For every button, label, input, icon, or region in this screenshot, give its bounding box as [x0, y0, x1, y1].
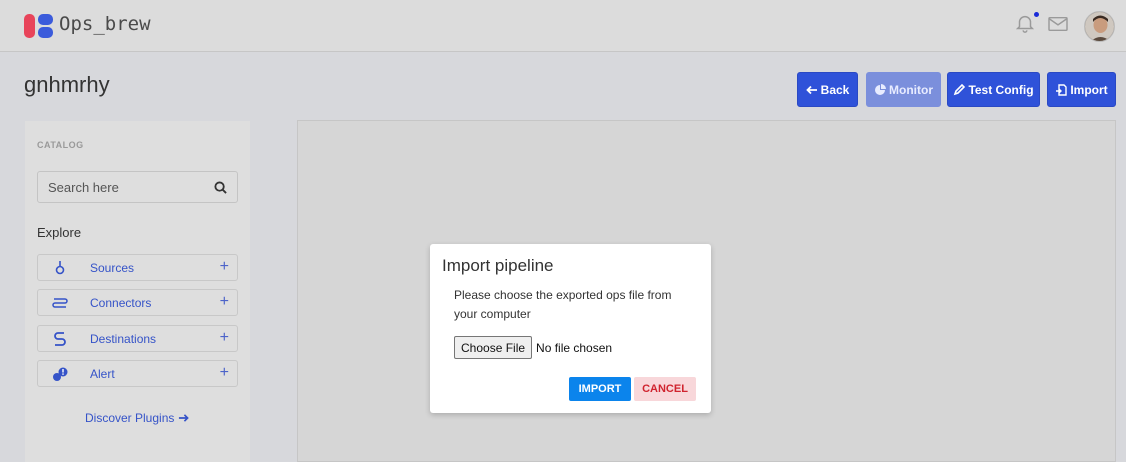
- arrow-right-icon: [178, 414, 189, 422]
- sidebar-item-label: Destinations: [90, 332, 157, 346]
- destinations-icon: [54, 332, 66, 346]
- arrow-left-icon: [805, 85, 817, 94]
- catalog-heading: CATALOG: [37, 140, 84, 150]
- add-destination-icon[interactable]: +: [220, 329, 229, 347]
- pie-chart-icon: [875, 83, 886, 95]
- sources-icon: [55, 261, 65, 275]
- add-connector-icon[interactable]: +: [220, 293, 229, 311]
- bell-icon[interactable]: [1014, 12, 1036, 34]
- add-source-icon[interactable]: +: [220, 258, 229, 276]
- import-pipeline-modal: Import pipeline Please choose the export…: [430, 244, 711, 413]
- top-navbar: Ops_brew: [0, 0, 1126, 52]
- cancel-button[interactable]: CANCEL: [634, 377, 696, 401]
- file-status: No file chosen: [536, 340, 613, 355]
- brand-name[interactable]: Ops_brew: [59, 13, 151, 35]
- ops-brew-logo[interactable]: [24, 14, 54, 38]
- file-input[interactable]: Choose File No file chosen: [454, 336, 612, 359]
- pencil-icon: [954, 83, 966, 95]
- back-button[interactable]: Back: [797, 72, 858, 107]
- monitor-button[interactable]: Monitor: [866, 72, 941, 107]
- search-box: [37, 171, 238, 203]
- sidebar-item-label: Sources: [90, 261, 135, 275]
- file-import-icon: [1056, 83, 1068, 96]
- import-button[interactable]: IMPORT: [569, 377, 631, 401]
- add-alert-icon[interactable]: +: [220, 364, 229, 382]
- discover-plugins-link[interactable]: Discover Plugins: [85, 411, 189, 425]
- sidebar-item-alert[interactable]: Alert +: [37, 360, 238, 387]
- notification-dot: [1034, 12, 1039, 17]
- import-header-button[interactable]: Import: [1047, 72, 1116, 107]
- choose-file-button[interactable]: Choose File: [454, 336, 533, 359]
- explore-label: Explore: [37, 225, 82, 240]
- connectors-icon: [52, 298, 68, 308]
- sidebar-item-label: Alert: [90, 367, 115, 381]
- user-avatar[interactable]: [1084, 11, 1115, 42]
- mail-icon[interactable]: [1047, 15, 1069, 33]
- sidebar-item-label: Connectors: [90, 296, 152, 310]
- page-title: gnhmrhy: [24, 72, 110, 97]
- sidebar-item-destinations[interactable]: Destinations +: [37, 325, 238, 352]
- alert-icon: [53, 367, 68, 381]
- sidebar-item-connectors[interactable]: Connectors +: [37, 289, 238, 316]
- search-input[interactable]: [38, 172, 208, 202]
- test-config-button[interactable]: Test Config: [947, 72, 1040, 107]
- modal-message: Please choose the exported ops file from…: [454, 288, 672, 321]
- modal-title: Import pipeline: [442, 256, 554, 275]
- sidebar-item-sources[interactable]: Sources +: [37, 254, 238, 281]
- search-icon[interactable]: [214, 181, 227, 194]
- catalog-sidebar: CATALOG Explore Sources + Connectors + D…: [25, 121, 250, 462]
